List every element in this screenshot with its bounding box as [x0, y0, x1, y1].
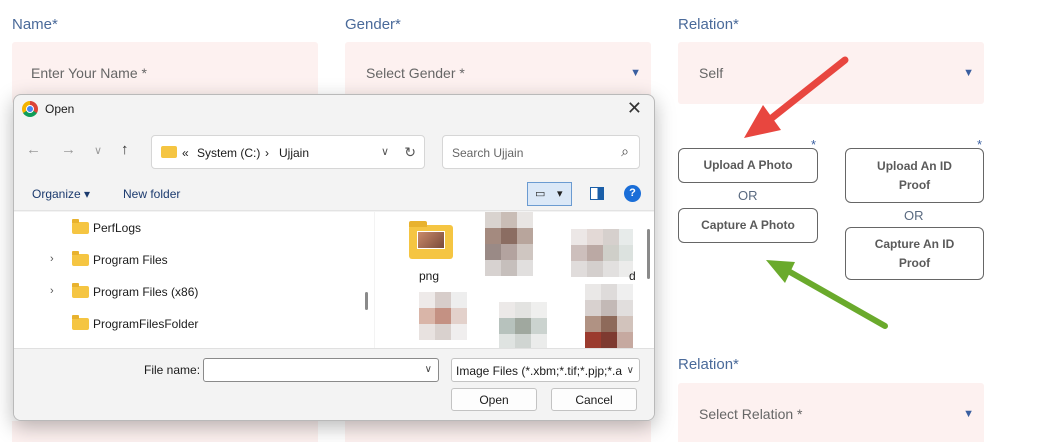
address-prefix: «	[182, 146, 189, 160]
dialog-bottom-bar: File name: ∨ Image Files (*.xbm;*.tif;*.…	[14, 348, 654, 420]
blurred-image-thumbnail[interactable]	[499, 302, 547, 350]
capture-photo-button[interactable]: Capture A Photo	[678, 208, 818, 243]
tree-item-label: Program Files	[93, 253, 168, 267]
chevron-down-icon[interactable]: ∨	[425, 364, 432, 375]
nav-row: ← → ∨ ↑ « System (C:) › Ujjain ∨ ↻ Searc…	[14, 133, 654, 169]
chevron-down-icon: ▼	[963, 67, 974, 79]
file-name-label: File name:	[144, 363, 201, 377]
address-segment-folder[interactable]: Ujjain	[279, 146, 309, 160]
blurred-image-thumbnail[interactable]	[485, 212, 533, 284]
tree-item-program-files[interactable]: › Program Files	[14, 244, 354, 276]
new-folder-button[interactable]: New folder	[123, 187, 180, 201]
chevron-down-icon: ▼	[963, 408, 974, 420]
tree-item-perflogs[interactable]: PerfLogs	[14, 212, 354, 244]
or-text: OR	[738, 188, 758, 203]
file-list: png d	[375, 212, 654, 350]
file-type-select[interactable]: Image Files (*.xbm;*.tif;*.pjp;*.a ∨	[451, 358, 640, 382]
address-dropdown-icon[interactable]: ∨	[381, 145, 389, 158]
file-name-input[interactable]: ∨	[203, 358, 439, 382]
tree-item-programfilesfolder[interactable]: ProgramFilesFolder	[14, 308, 354, 340]
cancel-button[interactable]: Cancel	[551, 388, 637, 411]
back-arrow-icon[interactable]: ←	[26, 141, 41, 158]
relation-value: Self	[699, 65, 724, 81]
view-options-button[interactable]: ▭ ▾	[527, 182, 572, 206]
search-input[interactable]: Search Ujjain ⌕	[442, 135, 640, 169]
up-arrow-icon[interactable]: ↑	[121, 141, 129, 158]
help-icon[interactable]: ?	[624, 185, 641, 202]
file-item-label-partial: d	[629, 269, 636, 283]
forward-arrow-icon[interactable]: →	[61, 141, 76, 158]
field-bg-partial	[345, 421, 651, 442]
blurred-image-thumbnail[interactable]	[585, 284, 633, 348]
address-bar[interactable]: « System (C:) › Ujjain ∨ ↻	[151, 135, 425, 169]
red-arrow-head	[744, 105, 781, 138]
open-button-label: Open	[479, 392, 509, 407]
navigation-tree: PerfLogs › Program Files › Program Files…	[14, 212, 374, 348]
refresh-icon[interactable]: ↻	[404, 144, 416, 161]
blurred-image-thumbnail[interactable]	[571, 229, 633, 277]
capture-id-label-1: Capture An ID	[874, 236, 955, 251]
file-item-label: png	[419, 269, 440, 283]
file-open-dialog: Open ✕ ← → ∨ ↑ « System (C:) › Ujjain ∨ …	[13, 94, 655, 421]
view-icon: ▭	[535, 188, 546, 200]
cancel-button-label: Cancel	[575, 392, 613, 407]
name-label: Name*	[12, 16, 58, 33]
name-placeholder: Enter Your Name *	[31, 65, 147, 81]
relation2-select[interactable]: Select Relation * ▼	[678, 383, 984, 442]
search-icon: ⌕	[621, 143, 629, 159]
search-placeholder: Search Ujjain	[452, 146, 524, 160]
folder-with-image-icon	[409, 221, 453, 259]
upload-photo-label: Upload A Photo	[703, 158, 793, 172]
close-icon[interactable]: ✕	[627, 98, 642, 119]
recent-locations-icon[interactable]: ∨	[94, 144, 102, 157]
blurred-image-thumbnail[interactable]	[419, 292, 467, 348]
chevron-right-icon[interactable]: ›	[50, 253, 54, 265]
address-segment-drive[interactable]: System (C:)	[197, 146, 260, 160]
chevron-right-icon[interactable]: ›	[50, 285, 54, 297]
file-type-value: Image Files (*.xbm;*.tif;*.pjp;*.a	[456, 364, 623, 378]
folder-icon	[72, 283, 89, 298]
preview-pane-icon[interactable]	[590, 187, 604, 200]
gender-placeholder: Select Gender *	[366, 65, 465, 81]
green-arrow-shaft	[787, 269, 888, 329]
folder-icon	[161, 146, 177, 158]
chevron-down-icon: ∨	[623, 365, 634, 376]
upload-id-label-1: Upload An ID	[877, 158, 952, 173]
upload-photo-button[interactable]: Upload A Photo	[678, 148, 818, 183]
address-separator: ›	[265, 146, 269, 160]
green-arrow-head	[766, 260, 795, 283]
folder-icon	[72, 219, 89, 234]
dialog-title: Open	[45, 102, 75, 116]
dialog-titlebar: Open ✕	[14, 95, 654, 123]
relation2-placeholder: Select Relation *	[699, 406, 803, 422]
tree-item-label: Program Files (x86)	[93, 285, 199, 299]
organize-button[interactable]: Organize ▾	[32, 187, 90, 201]
tree-item-label: PerfLogs	[93, 221, 142, 235]
tree-item-program-files-x86[interactable]: › Program Files (x86)	[14, 276, 354, 308]
chrome-icon	[22, 101, 38, 117]
relation-label: Relation*	[678, 16, 739, 33]
or-text: OR	[904, 208, 924, 223]
relation-select[interactable]: Self ▼	[678, 42, 984, 104]
folder-icon	[72, 251, 89, 266]
tree-scrollbar[interactable]	[365, 292, 368, 310]
folder-icon	[72, 315, 89, 330]
dialog-toolbar: Organize ▾ New folder ▭ ▾ ?	[14, 177, 654, 211]
chevron-down-icon: ▼	[630, 67, 641, 79]
file-list-scrollbar[interactable]	[647, 229, 650, 279]
open-button[interactable]: Open	[451, 388, 537, 411]
capture-id-label-2: Proof	[898, 255, 931, 270]
upload-id-label-2: Proof	[898, 177, 931, 192]
field-bg-partial	[12, 421, 318, 442]
capture-id-button[interactable]: Capture An ID Proof	[845, 227, 984, 280]
upload-id-button[interactable]: Upload An ID Proof	[845, 148, 984, 203]
capture-photo-label: Capture A Photo	[701, 218, 795, 232]
tree-item-label: ProgramFilesFolder	[93, 317, 199, 331]
chevron-down-icon: ▾	[557, 188, 563, 200]
relation2-label: Relation*	[678, 356, 739, 373]
gender-label: Gender*	[345, 16, 401, 33]
